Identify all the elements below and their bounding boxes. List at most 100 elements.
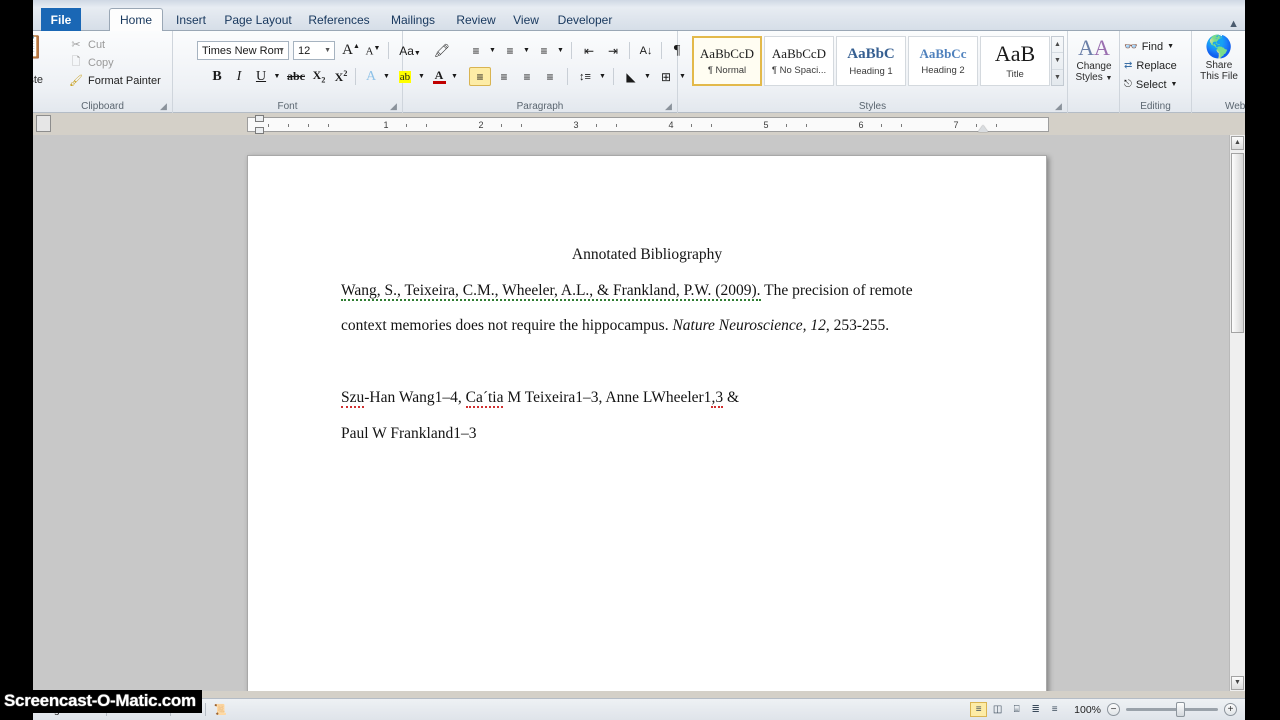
tab-home[interactable]: Home [109, 8, 163, 32]
style-item-no-spacing[interactable]: AaBbCcD ¶ No Spaci... [764, 36, 834, 86]
zoom-in-button[interactable]: + [1224, 703, 1237, 716]
document-title-paragraph[interactable]: Annotated Bibliography [248, 246, 1046, 264]
replace-button[interactable]: ⇄ Replace [1124, 56, 1177, 75]
webex-button[interactable]: 🗄 WebEx ▼ [1236, 34, 1245, 82]
citation-line-2[interactable]: context memories does not require the hi… [341, 317, 981, 335]
multilevel-caret-icon[interactable]: ▼ [555, 41, 566, 60]
line-spacing-button[interactable]: ↕≡ [573, 67, 597, 86]
borders-button[interactable]: ⊞ [655, 67, 677, 86]
style-item-heading-1[interactable]: AaBbC Heading 1 [836, 36, 906, 86]
font-name-input[interactable]: Times New Rom ▼ [197, 41, 289, 60]
cut-button[interactable]: ✂ Cut [69, 36, 105, 53]
text-effects-caret-icon[interactable]: ▼ [381, 67, 392, 86]
paste-button[interactable]: 📋 Paste ▼ [33, 34, 52, 92]
draft-view-button[interactable]: ≡ [1046, 702, 1063, 717]
justify-button[interactable]: ≡ [539, 67, 561, 86]
scroll-up-icon[interactable]: ▲ [1231, 136, 1244, 150]
numbering-button[interactable]: ≡ [499, 41, 521, 60]
find-caret-icon[interactable]: ▼ [1167, 43, 1174, 50]
borders-icon: ⊞ [661, 70, 671, 84]
bullets-button[interactable]: ≡ [465, 41, 487, 60]
shrink-font-button[interactable]: A▼ [363, 41, 383, 60]
clipboard-dialog-launcher-icon[interactable]: ◢ [160, 102, 169, 111]
document-canvas[interactable]: Annotated Bibliography Wang, S., Teixeir… [33, 135, 1245, 691]
tab-review[interactable]: Review [449, 8, 503, 31]
decrease-indent-button[interactable]: ⇤ [578, 41, 600, 60]
underline-caret-icon[interactable]: ▼ [271, 67, 283, 86]
first-line-indent-marker[interactable] [255, 115, 264, 122]
decrease-indent-icon: ⇤ [584, 44, 594, 58]
change-styles-button[interactable]: AA Change Styles ▼ [1069, 35, 1119, 84]
citation-line-1[interactable]: Wang, S., Teixeira, C.M., Wheeler, A.L.,… [341, 282, 981, 300]
align-left-button[interactable]: ≡ [469, 67, 491, 86]
increase-indent-button[interactable]: ⇥ [602, 41, 624, 60]
webex-caret-icon[interactable]: ▼ [1236, 71, 1245, 82]
format-painter-button[interactable]: 🖌 Format Painter [69, 72, 161, 89]
right-indent-marker[interactable] [978, 125, 988, 132]
shading-button[interactable]: ◣ [620, 67, 642, 86]
paragraph-dialog-launcher-icon[interactable]: ◢ [665, 102, 674, 111]
tab-file[interactable]: File [41, 8, 81, 31]
tab-developer[interactable]: Developer [550, 8, 620, 31]
font-size-caret-icon[interactable]: ▼ [324, 47, 331, 54]
zoom-level-label[interactable]: 100% [1064, 701, 1107, 719]
shading-caret-icon[interactable]: ▼ [642, 67, 653, 86]
document-page[interactable]: Annotated Bibliography Wang, S., Teixeir… [247, 155, 1047, 691]
sort-button[interactable]: A↓ [635, 41, 657, 60]
outline-view-button[interactable]: ≣ [1027, 702, 1044, 717]
italic-button[interactable]: I [229, 67, 249, 86]
tab-mailings[interactable]: Mailings [381, 8, 445, 31]
underline-button[interactable]: U [251, 67, 271, 86]
vertical-scrollbar[interactable]: ▲ ▼ [1229, 135, 1245, 691]
full-screen-reading-view-button[interactable]: ◫ [989, 702, 1006, 717]
styles-scroll-up-icon[interactable]: ▲ [1052, 37, 1063, 53]
font-name-caret-icon[interactable]: ▼ [278, 47, 285, 54]
styles-gallery-scrollbar[interactable]: ▲ ▼ ▼ [1051, 36, 1064, 86]
collapse-ribbon-icon[interactable]: ▲ [1228, 18, 1239, 30]
styles-dialog-launcher-icon[interactable]: ◢ [1055, 102, 1064, 111]
zoom-out-button[interactable]: − [1107, 703, 1120, 716]
numbering-caret-icon[interactable]: ▼ [521, 41, 532, 60]
paste-dropdown-caret[interactable]: ▼ [33, 86, 52, 95]
copy-button[interactable]: 🗋 Copy [69, 54, 114, 71]
vertical-scroll-thumb[interactable] [1231, 153, 1244, 333]
styles-scroll-down-icon[interactable]: ▼ [1052, 53, 1063, 69]
tab-insert[interactable]: Insert [166, 8, 216, 31]
style-item-title[interactable]: AaB Title [980, 36, 1050, 86]
bold-button[interactable]: B [207, 67, 227, 86]
authors-line-1[interactable]: Szu-Han Wang1–4, Ca´tia M Teixeira1–3, A… [341, 389, 981, 407]
hanging-indent-marker[interactable] [255, 127, 264, 134]
bullets-caret-icon[interactable]: ▼ [487, 41, 498, 60]
superscript-button[interactable]: X2 [331, 67, 351, 86]
zoom-slider-thumb[interactable] [1176, 702, 1185, 717]
font-dialog-launcher-icon[interactable]: ◢ [390, 102, 399, 111]
tab-references[interactable]: References [301, 8, 377, 31]
strikethrough-button[interactable]: abc [285, 67, 307, 86]
select-button[interactable]: ⎋ Select ▼ [1124, 75, 1177, 94]
horizontal-ruler[interactable]: 1 2 3 4 5 6 7 [247, 117, 1049, 132]
text-effects-button[interactable]: A [361, 67, 381, 86]
multilevel-list-button[interactable]: ≡ [533, 41, 555, 60]
style-item-heading-2[interactable]: AaBbCc Heading 2 [908, 36, 978, 86]
grow-font-button[interactable]: A▲ [341, 41, 361, 60]
find-button[interactable]: 👓 Find ▼ [1124, 37, 1174, 56]
styles-more-icon[interactable]: ▼ [1052, 70, 1063, 85]
tab-selector-button[interactable] [36, 115, 51, 132]
align-right-button[interactable]: ≡ [516, 67, 538, 86]
authors-line-2[interactable]: Paul W Frankland1–3 [341, 425, 981, 443]
style-name: Title [1006, 69, 1024, 80]
language-icon[interactable]: 📜 [206, 701, 235, 719]
style-item-normal[interactable]: AaBbCcD ¶ Normal [692, 36, 762, 86]
cursor-arrow-icon: ⎋ [1124, 79, 1132, 90]
subscript-button[interactable]: X2 [309, 67, 329, 86]
web-layout-view-button[interactable]: ⌸ [1008, 702, 1025, 717]
align-center-button[interactable]: ≡ [493, 67, 515, 86]
tab-view[interactable]: View [506, 8, 546, 31]
zoom-slider[interactable] [1126, 708, 1218, 711]
tab-page-layout[interactable]: Page Layout [219, 8, 297, 31]
font-size-input[interactable]: 12 ▼ [293, 41, 335, 60]
scroll-down-icon[interactable]: ▼ [1231, 676, 1244, 690]
print-layout-view-button[interactable]: ≡ [970, 702, 987, 717]
line-spacing-caret-icon[interactable]: ▼ [597, 67, 608, 86]
select-caret-icon[interactable]: ▼ [1171, 81, 1178, 88]
